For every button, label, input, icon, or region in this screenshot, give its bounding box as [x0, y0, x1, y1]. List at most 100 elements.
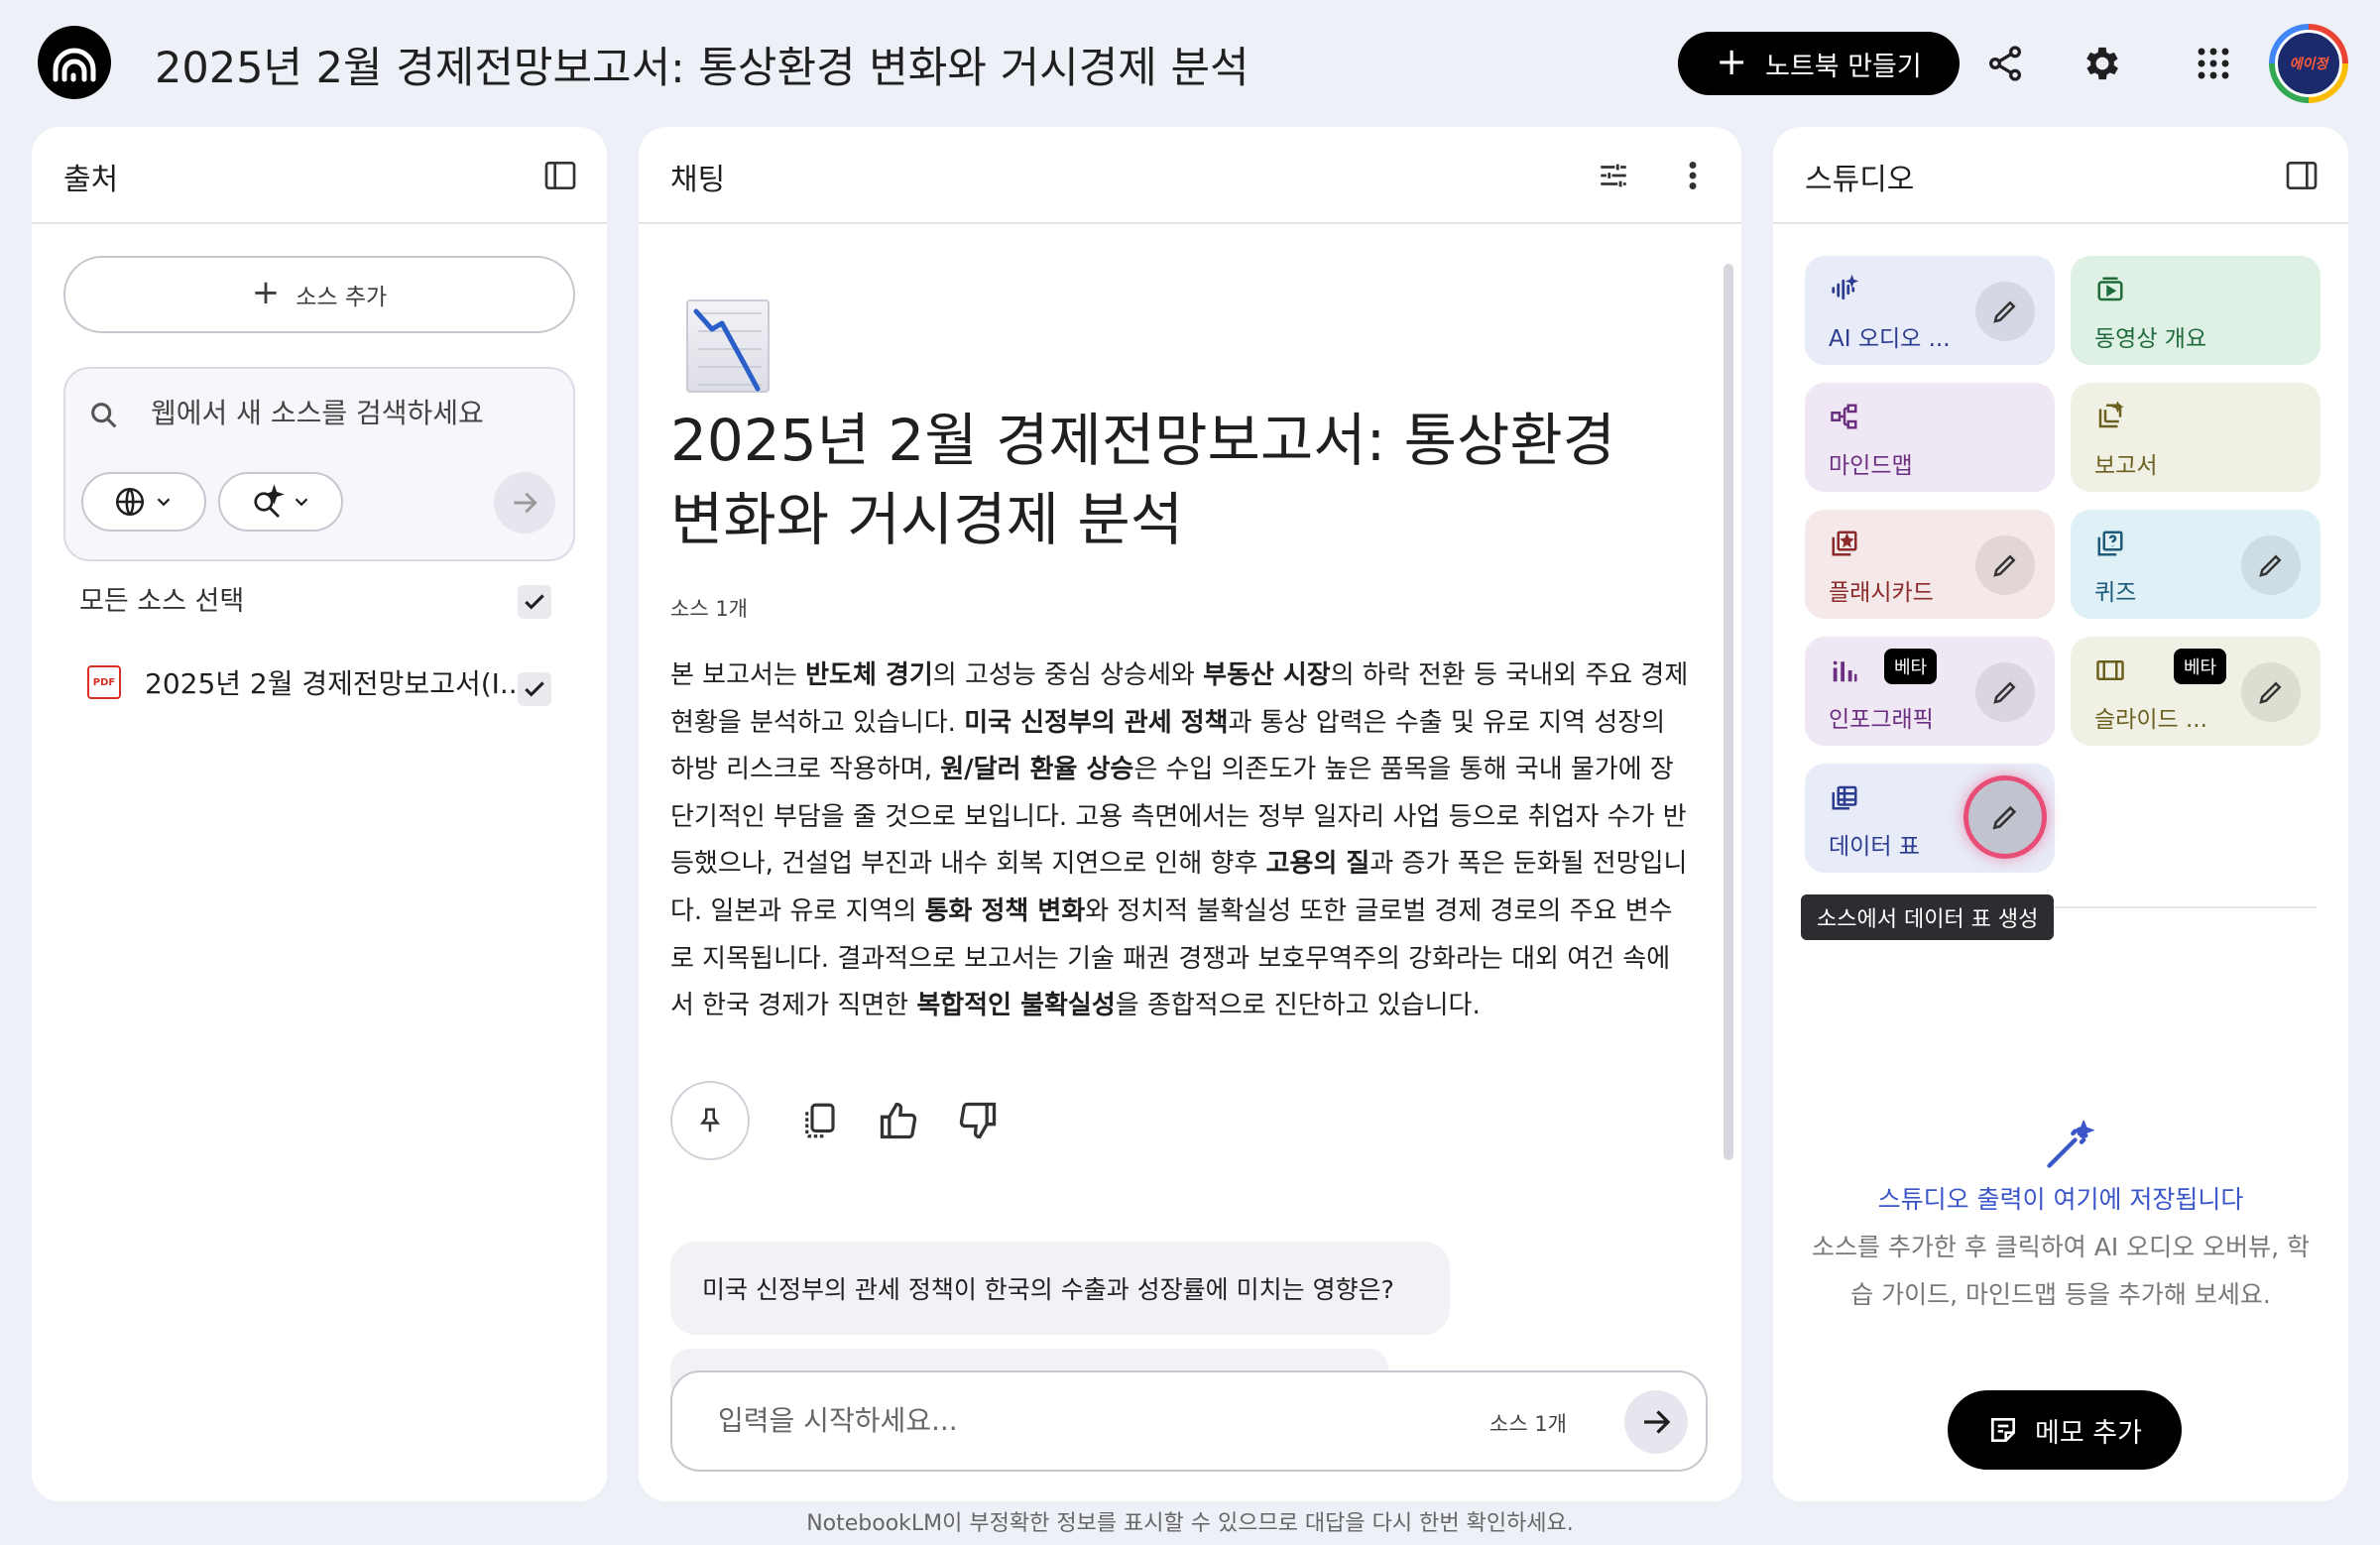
mind-map-icon — [1829, 401, 1860, 432]
collapse-panel-icon[interactable] — [537, 153, 583, 198]
studio-tile-data-table[interactable]: 데이터 표 — [1805, 764, 2055, 873]
edit-pencil-icon[interactable] — [2241, 662, 2301, 722]
settings-gear-icon[interactable] — [2075, 36, 2130, 91]
summary-bold-term: 미국 신정부의 관세 정책 — [964, 707, 1229, 738]
video-play-icon — [2094, 274, 2126, 305]
studio-panel-title: 스튜디오 — [1805, 163, 1915, 197]
note-icon — [1991, 1418, 2016, 1442]
pdf-icon: PDF — [87, 665, 121, 699]
studio-panel-header: 스튜디오 — [1773, 127, 2348, 224]
edit-pencil-icon[interactable] — [1975, 282, 2035, 341]
sources-panel: 출처 + 소스 추가 모든 소스 선택 PDF 2025년 2월 경제전망보고서… — [32, 127, 607, 1501]
send-button[interactable] — [1624, 1390, 1688, 1454]
notebook-title: 2025년 2월 경제전망보고서: 통상환경 변화와 거시경제 분석 — [155, 44, 1250, 93]
summary-bold-term: 부동산 시장 — [1203, 660, 1331, 690]
chat-input-box: 소스 1개 — [670, 1370, 1708, 1472]
chat-input[interactable] — [718, 1404, 1412, 1437]
studio-tile-infographic[interactable]: 베타 인포그래픽 — [1805, 637, 2055, 746]
report-document-icon — [2094, 401, 2126, 432]
edit-pencil-icon[interactable] — [1975, 535, 2035, 595]
notebooklm-logo-icon[interactable] — [38, 26, 111, 99]
select-all-label: 모든 소스 선택 — [79, 586, 245, 617]
share-icon[interactable] — [1977, 36, 2033, 91]
sources-panel-title: 출처 — [63, 163, 119, 197]
studio-tile-mind-map[interactable]: 마인드맵 — [1805, 383, 2055, 492]
source-checkbox[interactable] — [518, 672, 551, 706]
web-search-input[interactable] — [151, 397, 547, 429]
summary-bold-term: 복합적인 불확실성 — [916, 991, 1116, 1021]
add-note-button[interactable]: 메모 추가 — [1948, 1390, 2182, 1470]
summary-text: 본 보고서는 — [670, 660, 806, 690]
summary-bold-term: 반도체 경기 — [805, 660, 933, 690]
data-table-tooltip: 소스에서 데이터 표 생성 — [1801, 894, 2055, 940]
source-count: 소스 1개 — [670, 597, 748, 621]
flashcards-icon — [1829, 528, 1860, 559]
edit-pencil-icon[interactable] — [2241, 535, 2301, 595]
copy-button[interactable] — [787, 1089, 851, 1152]
summary-bold-term: 고용의 질 — [1265, 849, 1370, 880]
copy-icon — [805, 1103, 835, 1138]
studio-empty-title: 스튜디오 출력이 여기에 저장됩니다 — [1877, 1185, 2244, 1214]
select-all-checkbox[interactable] — [518, 585, 551, 619]
search-icon — [91, 403, 117, 428]
studio-panel: 스튜디오 AI 오디오 ... 동영상 개요 마인드맵 보고서 플래시카드 퀴즈… — [1773, 127, 2348, 1501]
plus-icon: + — [1716, 40, 1748, 83]
thumbs-down-icon — [959, 1102, 997, 1139]
notebook-summary: 본 보고서는 반도체 경기의 고성능 중심 상승세와 부동산 시장의 하락 전환… — [670, 653, 1692, 1030]
studio-tile-label: 보고서 — [2094, 453, 2158, 479]
add-source-button[interactable]: + 소스 추가 — [63, 256, 575, 333]
plus-icon: + — [251, 273, 281, 312]
thumbs-up-button[interactable] — [867, 1089, 930, 1152]
source-name: 2025년 2월 경제전망보고서(I... — [145, 667, 527, 700]
thumbs-up-icon — [880, 1102, 917, 1139]
chat-panel-title: 채팅 — [670, 163, 726, 197]
beta-badge: 베타 — [1884, 649, 1938, 684]
add-note-label: 메모 추가 — [2035, 1417, 2142, 1449]
submit-search-button[interactable] — [494, 472, 555, 534]
chart-decreasing-emoji-icon — [686, 299, 770, 393]
checkmark-icon — [525, 594, 544, 610]
studio-tile-report[interactable]: 보고서 — [2071, 383, 2320, 492]
suggested-question-chip[interactable]: 미국 신정부의 관세 정책이 한국의 수출과 성장률에 미치는 영향은? — [670, 1242, 1450, 1335]
thumbs-down-button[interactable] — [946, 1089, 1010, 1152]
source-list-item[interactable]: PDF 2025년 2월 경제전망보고서(I... — [87, 662, 527, 702]
avatar-text: 에이정 — [2275, 30, 2342, 97]
collapse-panel-icon[interactable] — [2279, 153, 2324, 198]
chat-panel-header: 채팅 — [639, 127, 1741, 224]
studio-tile-quiz[interactable]: 퀴즈 — [2071, 510, 2320, 619]
chat-scrollbar[interactable] — [1724, 264, 1733, 1160]
beta-badge: 베타 — [2174, 649, 2227, 684]
tune-settings-icon[interactable] — [1591, 153, 1636, 198]
research-mode-dropdown[interactable] — [218, 472, 343, 532]
create-notebook-button[interactable]: + 노트북 만들기 — [1678, 32, 1960, 95]
globe-icon — [115, 487, 145, 517]
studio-tile-label: 동영상 개요 — [2094, 326, 2207, 352]
bar-chart-icon — [1829, 654, 1860, 686]
chevron-down-icon — [295, 498, 308, 507]
arrow-right-icon — [1644, 1410, 1671, 1434]
pin-icon — [700, 1108, 720, 1132]
disclaimer-footer: NotebookLM이 부정확한 정보를 표시할 수 있으므로 대답을 다시 한… — [806, 1511, 1574, 1536]
studio-tile-video-overview[interactable]: 동영상 개요 — [2071, 256, 2320, 365]
edit-pencil-icon[interactable] — [1975, 662, 2035, 722]
studio-tile-slides[interactable]: 베타 슬라이드 ... — [2071, 637, 2320, 746]
summary-bold-term: 통화 정책 변화 — [924, 895, 1086, 926]
account-avatar[interactable]: 에이정 — [2269, 24, 2348, 103]
audio-waveform-icon — [1829, 274, 1860, 305]
more-vert-icon[interactable] — [1670, 153, 1716, 198]
web-source-dropdown[interactable] — [81, 472, 206, 532]
edit-pencil-icon[interactable] — [1964, 775, 2047, 859]
table-icon — [1829, 781, 1860, 813]
sources-panel-header: 출처 — [32, 127, 607, 224]
summary-text: 의 고성능 중심 상승세와 — [932, 660, 1204, 690]
studio-tile-flashcards[interactable]: 플래시카드 — [1805, 510, 2055, 619]
apps-grid-icon[interactable] — [2186, 36, 2241, 91]
studio-tile-label: 데이터 표 — [1829, 834, 1920, 860]
input-source-count: 소스 1개 — [1489, 1412, 1567, 1436]
sparkle-search-icon — [254, 484, 285, 518]
save-to-note-button[interactable] — [670, 1081, 750, 1160]
studio-tile-label: AI 오디오 ... — [1829, 326, 1951, 352]
notebook-heading: 2025년 2월 경제전망보고서: 통상환경 변화와 거시경제 분석 — [670, 407, 1616, 553]
slides-icon — [2094, 654, 2126, 686]
studio-tile-audio-overview[interactable]: AI 오디오 ... — [1805, 256, 2055, 365]
